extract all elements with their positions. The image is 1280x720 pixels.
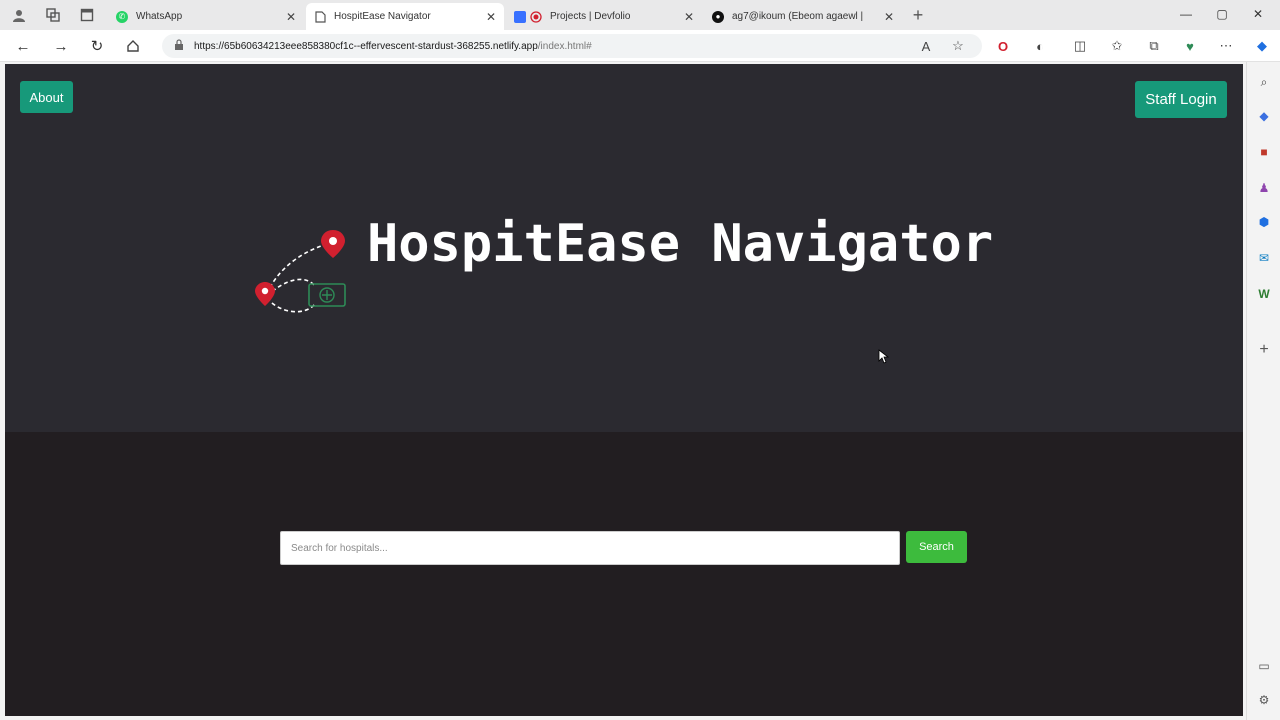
address-bar-row: ← → ↻ https://65b60634213eee858380cf1c--…	[0, 30, 1280, 62]
tab-devfolio[interactable]: Projects | Devfolio ✕	[506, 3, 702, 30]
close-icon[interactable]: ✕	[884, 10, 894, 24]
close-window-icon[interactable]: ✕	[1246, 4, 1270, 24]
record-icon	[530, 10, 542, 23]
about-button[interactable]: About	[20, 81, 73, 113]
read-aloud-icon[interactable]: A	[916, 36, 936, 56]
edge-sidebar: ⌕ ◆ ■ ♟ ⬢ ✉ W + ▭ ⚙	[1246, 62, 1280, 720]
tab-github[interactable]: ● ag7@ikoum (Ebeom agaewl | ✕	[704, 3, 902, 30]
word-icon[interactable]: W	[1254, 284, 1274, 304]
tab-title: ag7@ikoum (Ebeom agaewl |	[732, 11, 864, 22]
lock-icon[interactable]	[174, 39, 184, 53]
tab-hospitease[interactable]: HospitEase Navigator ✕	[306, 3, 504, 30]
restore-icon[interactable]: ▢	[1210, 4, 1234, 24]
url-text: https://65b60634213eee858380cf1c--efferv…	[194, 41, 592, 52]
browser-essentials-icon[interactable]: ♥	[1180, 36, 1200, 56]
address-bar[interactable]: https://65b60634213eee858380cf1c--efferv…	[162, 34, 982, 58]
search-section	[5, 432, 1243, 716]
close-icon[interactable]: ✕	[286, 10, 296, 24]
tools-briefcase-icon[interactable]: ■	[1254, 142, 1274, 162]
mouse-cursor-icon	[878, 349, 890, 364]
tab-title: WhatsApp	[136, 11, 183, 22]
outlook-icon[interactable]: ✉	[1254, 248, 1274, 268]
search-icon[interactable]: ⌕	[1254, 72, 1274, 92]
copilot-icon[interactable]: ◆	[1252, 36, 1272, 56]
page-viewport: About Staff Login HospitEase Navigator S…	[5, 64, 1243, 716]
extension-icon[interactable]: ◐	[1030, 36, 1050, 56]
tab-whatsapp[interactable]: ✆ WhatsApp ✕	[108, 3, 304, 30]
hospital-search-input[interactable]	[280, 531, 900, 565]
new-tab-icon[interactable]: +	[908, 5, 928, 25]
url-path: /index.html#	[537, 40, 592, 52]
favorite-star-icon[interactable]: ☆	[948, 36, 968, 56]
close-icon[interactable]: ✕	[486, 10, 496, 24]
brand-title: HospitEase Navigator	[367, 214, 994, 274]
hero-section: About Staff Login HospitEase Navigator	[5, 64, 1243, 432]
staff-login-button[interactable]: Staff Login	[1135, 81, 1227, 118]
workspaces-icon[interactable]	[43, 5, 63, 25]
tab-actions-icon[interactable]	[77, 5, 97, 25]
url-host: https://65b60634213eee858380cf1c--efferv…	[194, 40, 538, 52]
refresh-icon[interactable]: ↻	[86, 35, 108, 57]
split-screen-icon[interactable]: ◫	[1070, 36, 1090, 56]
whatsapp-icon: ✆	[116, 10, 128, 23]
favorites-icon[interactable]: ✩	[1107, 36, 1127, 56]
collections-icon[interactable]: ⧉	[1144, 36, 1164, 56]
navigation-logo-icon	[255, 230, 346, 313]
add-sidebar-app-icon[interactable]: +	[1254, 340, 1274, 360]
microsoft-365-icon[interactable]: ⬢	[1254, 212, 1274, 232]
close-icon[interactable]: ✕	[684, 10, 694, 24]
opera-icon[interactable]: O	[993, 36, 1013, 56]
more-menu-icon[interactable]: ⋯	[1216, 36, 1236, 56]
home-icon[interactable]	[122, 35, 144, 57]
minimize-icon[interactable]: —	[1174, 4, 1198, 24]
sidebar-layout-icon[interactable]: ▭	[1254, 656, 1274, 676]
search-button[interactable]: Search	[906, 531, 967, 563]
forward-icon[interactable]: →	[50, 35, 72, 57]
settings-gear-icon[interactable]: ⚙	[1254, 690, 1274, 710]
github-icon: ●	[712, 10, 724, 23]
tab-strip: ✆ WhatsApp ✕ HospitEase Navigator ✕ Proj…	[0, 0, 1280, 30]
shopping-tag-icon[interactable]: ◆	[1254, 106, 1274, 126]
games-icon[interactable]: ♟	[1254, 178, 1274, 198]
devfolio-icon	[514, 10, 526, 23]
back-icon[interactable]: ←	[12, 35, 34, 57]
profile-icon[interactable]	[9, 5, 29, 25]
tab-title: HospitEase Navigator	[334, 11, 431, 22]
page-icon	[314, 10, 326, 23]
tab-title: Projects | Devfolio	[550, 11, 631, 22]
